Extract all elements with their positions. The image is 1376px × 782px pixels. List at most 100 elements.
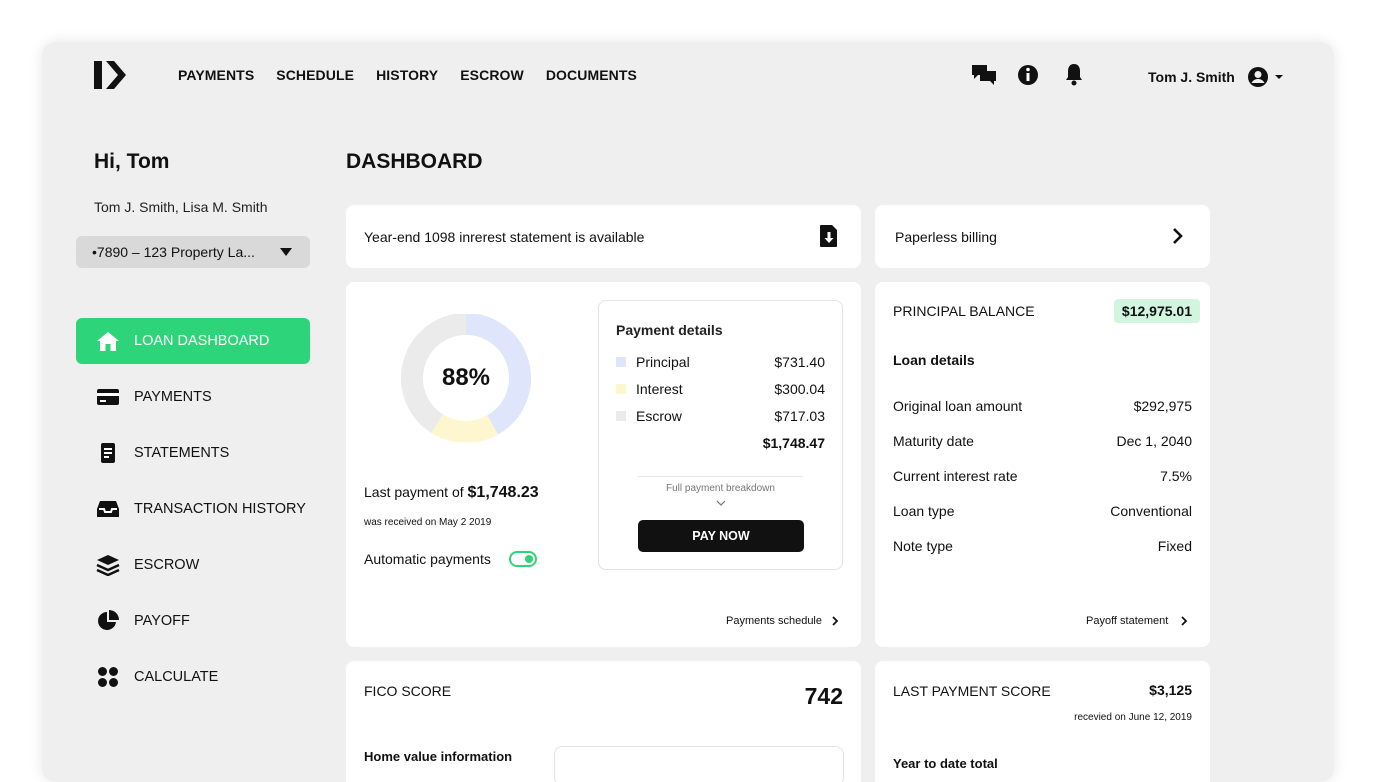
statement-banner[interactable]: Year-end 1098 inrerest statement is avai… xyxy=(346,205,861,268)
page-title: DASHBOARD xyxy=(346,150,483,173)
escrow-swatch xyxy=(616,411,626,421)
sidebar-item-label: LOAN DASHBOARD xyxy=(134,333,270,349)
chevron-right-icon xyxy=(1181,616,1188,626)
full-breakdown-text: Full payment breakdown xyxy=(666,483,775,494)
loan-row-label: Current interest rate xyxy=(893,468,1018,484)
auto-payments-toggle[interactable] xyxy=(508,551,537,567)
loan-row-label: Note type xyxy=(893,538,953,554)
last-payment-score-card: LAST PAYMENT SCORE $3,125 recevied on Ju… xyxy=(875,661,1210,782)
inbox-icon xyxy=(96,498,120,520)
year-to-date-heading: Year to date total xyxy=(893,756,998,771)
loan-row: Maturity date Dec 1, 2040 xyxy=(893,433,1192,449)
payment-overview-card: 88% Last payment of $1,748.23 was receiv… xyxy=(346,282,861,647)
pay-now-button[interactable]: PAY NOW xyxy=(638,520,804,552)
divider xyxy=(638,476,803,477)
nav-escrow[interactable]: ESCROW xyxy=(460,67,524,83)
sidebar-item-payments[interactable]: PAYMENTS xyxy=(76,374,310,420)
payments-schedule-link[interactable]: Payments schedule xyxy=(726,615,822,627)
statement-banner-text: Year-end 1098 inrerest statement is avai… xyxy=(364,229,645,245)
property-select-value: •7890 – 123 Property La... xyxy=(92,244,255,260)
loan-row: Current interest rate 7.5% xyxy=(893,468,1192,484)
last-payment-score-value: $3,125 xyxy=(1149,682,1192,698)
loan-row: Original loan amount $292,975 xyxy=(893,398,1192,414)
sidebar-item-payoff[interactable]: PAYOFF xyxy=(76,598,310,644)
principal-swatch xyxy=(616,357,626,367)
caret-down-icon xyxy=(280,248,292,256)
payments-schedule-text: Payments schedule xyxy=(726,615,822,627)
file-download-icon[interactable] xyxy=(819,224,839,248)
detail-value: $731.40 xyxy=(774,354,825,370)
donut-segment-interest xyxy=(431,414,499,442)
loan-row: Note type Fixed xyxy=(893,538,1192,554)
principal-balance-badge: $12,975.01 xyxy=(1113,299,1200,323)
fico-score-card: FICO SCORE 742 Home value information xyxy=(346,661,861,782)
last-payment-score-date: recevied on June 12, 2019 xyxy=(1074,712,1192,723)
user-menu[interactable]: Tom J. Smith xyxy=(1148,66,1283,88)
last-payment-score-label: LAST PAYMENT SCORE xyxy=(893,683,1051,699)
loan-row-value: $292,975 xyxy=(1133,398,1192,414)
home-icon xyxy=(96,330,120,352)
payment-details-panel: Payment details Principal $731.40 Intere… xyxy=(598,300,843,570)
credit-card-icon xyxy=(96,386,120,408)
sidebar-item-label: PAYMENTS xyxy=(134,389,212,405)
nav-payments[interactable]: PAYMENTS xyxy=(178,67,254,83)
sidebar-item-label: TRANSACTION HISTORY xyxy=(134,501,306,517)
full-breakdown-link[interactable]: Full payment breakdown xyxy=(599,483,842,494)
nav-documents[interactable]: DOCUMENTS xyxy=(546,67,637,83)
loan-row-value: 7.5% xyxy=(1160,468,1192,484)
sidebar-item-loan-dashboard[interactable]: LOAN DASHBOARD xyxy=(76,318,310,364)
loan-row-value: Dec 1, 2040 xyxy=(1116,433,1193,449)
detail-total: $1,748.47 xyxy=(616,435,825,451)
payoff-statement-link[interactable]: Payoff statement xyxy=(1086,615,1168,627)
paperless-billing-card[interactable]: Paperless billing xyxy=(875,205,1210,268)
grid-icon xyxy=(96,666,120,688)
app-window: PAYMENTS SCHEDULE HISTORY ESCROW DOCUMEN… xyxy=(42,42,1334,782)
home-value-heading: Home value information xyxy=(364,749,513,764)
bell-icon[interactable] xyxy=(1062,62,1090,88)
payment-details-title: Payment details xyxy=(616,322,723,338)
chat-icon[interactable] xyxy=(970,62,998,88)
greeting: Hi, Tom xyxy=(94,150,170,173)
sidebar-item-transaction-history[interactable]: TRANSACTION HISTORY xyxy=(76,486,310,532)
sidebar-item-label: ESCROW xyxy=(134,557,200,573)
logo-icon[interactable] xyxy=(94,61,126,89)
auto-payments-label: Automatic payments xyxy=(364,551,491,567)
auto-payments-row: Automatic payments xyxy=(364,551,537,567)
fico-label: FICO SCORE xyxy=(364,683,452,699)
detail-label: Interest xyxy=(636,381,683,397)
last-payment-line: Last payment of $1,748.23 xyxy=(364,484,539,502)
loan-row-value: Fixed xyxy=(1157,538,1192,554)
sidebar-item-statements[interactable]: STATEMENTS xyxy=(76,430,310,476)
chevron-down-icon xyxy=(1274,75,1283,79)
layers-icon xyxy=(96,554,120,576)
account-owners: Tom J. Smith, Lisa M. Smith xyxy=(94,199,268,215)
home-value-panel xyxy=(554,746,844,782)
sidebar-item-label: PAYOFF xyxy=(134,613,190,629)
nav-history[interactable]: HISTORY xyxy=(376,67,438,83)
detail-label: Escrow xyxy=(636,408,682,424)
last-payment-date: was received on May 2 2019 xyxy=(364,517,492,528)
last-payment-amount: $1,748.23 xyxy=(467,484,539,501)
detail-row-escrow: Escrow $717.03 xyxy=(616,408,825,424)
sidebar-nav: LOAN DASHBOARD PAYMENTS STATEMENTS TRANS… xyxy=(76,318,310,710)
principal-balance-label: PRINCIPAL BALANCE xyxy=(893,303,1035,319)
donut-percent: 88% xyxy=(441,364,491,391)
sidebar-item-escrow[interactable]: ESCROW xyxy=(76,542,310,588)
document-icon xyxy=(96,442,120,464)
property-select[interactable]: •7890 – 123 Property La... xyxy=(76,236,310,268)
pie-chart-icon xyxy=(96,610,120,632)
chevron-down-icon xyxy=(716,500,726,506)
loan-row: Loan type Conventional xyxy=(893,503,1192,519)
sidebar-item-label: STATEMENTS xyxy=(134,445,230,461)
detail-row-interest: Interest $300.04 xyxy=(616,381,825,397)
nav-schedule[interactable]: SCHEDULE xyxy=(276,67,354,83)
sidebar-item-calculate[interactable]: CALCULATE xyxy=(76,654,310,700)
detail-total-value: $1,748.47 xyxy=(762,435,825,451)
detail-row-principal: Principal $731.40 xyxy=(616,354,825,370)
payment-details-rows: Principal $731.40 Interest $300.04 Escro… xyxy=(616,354,825,451)
interest-swatch xyxy=(616,384,626,394)
loan-row-label: Original loan amount xyxy=(893,398,1023,414)
payoff-statement-text: Payoff statement xyxy=(1086,615,1169,627)
info-icon[interactable] xyxy=(1016,62,1044,88)
detail-label: Principal xyxy=(636,354,690,370)
